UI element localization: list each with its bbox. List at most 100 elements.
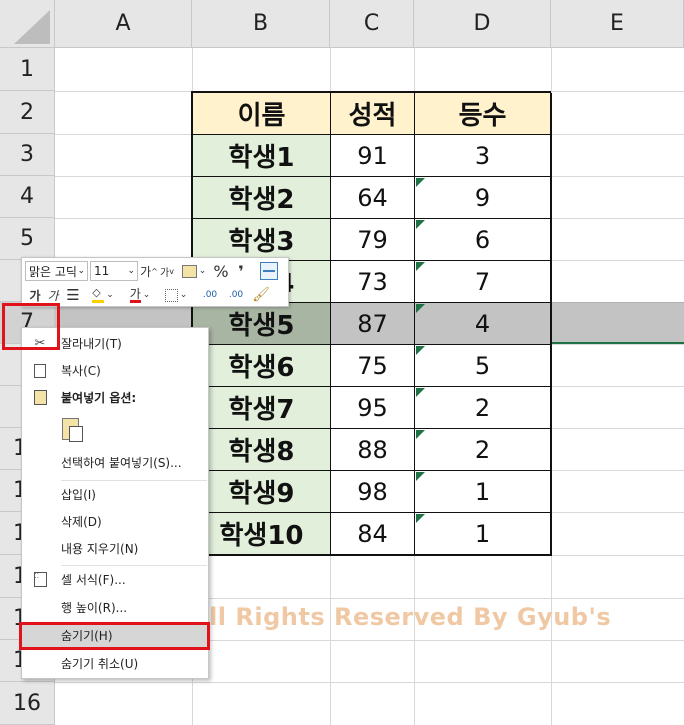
borders-icon[interactable]: ⌄ xyxy=(162,286,190,304)
highlight-box-hide xyxy=(19,622,210,650)
score-cell[interactable]: 88 xyxy=(331,429,415,471)
accounting-format-icon[interactable]: ⌄ xyxy=(179,262,209,280)
merge-center-icon[interactable] xyxy=(260,262,278,280)
rank-cell[interactable]: 2 xyxy=(415,429,552,471)
column-header-b[interactable]: B xyxy=(192,0,330,48)
row-header-16[interactable]: 16 xyxy=(0,682,55,725)
menu-item-paste-options: 붙여넣기 옵션: xyxy=(22,384,208,411)
student-name-cell[interactable]: 학생10 xyxy=(193,513,331,556)
header-rank[interactable]: 등수 xyxy=(415,93,552,135)
student-name-cell[interactable]: 학생6 xyxy=(193,345,331,387)
rank-cell[interactable]: 4 xyxy=(415,303,552,345)
comma-style-button[interactable]: ❜ xyxy=(232,261,250,281)
error-indicator-icon[interactable] xyxy=(416,304,425,313)
rank-cell[interactable]: 7 xyxy=(415,261,552,303)
row-header-1[interactable]: 1 xyxy=(0,48,55,91)
data-table: 이름 성적 등수 학생1 91 3 학생2 64 9 학생3 79 6 학생4 … xyxy=(191,91,552,556)
select-all-triangle-icon xyxy=(14,10,50,44)
menu-item-unhide[interactable]: 숨기기 취소(U) xyxy=(22,650,208,677)
menu-item-insert[interactable]: 삽입(I) xyxy=(22,481,208,508)
error-indicator-icon[interactable] xyxy=(416,220,425,229)
increase-decimal-button[interactable]: .00 xyxy=(198,286,222,304)
column-header-c[interactable]: C xyxy=(330,0,414,48)
score-cell[interactable]: 64 xyxy=(331,177,415,219)
student-name-cell[interactable]: 학생5 xyxy=(193,303,331,345)
error-indicator-icon[interactable] xyxy=(416,430,425,439)
rank-cell[interactable]: 2 xyxy=(415,387,552,429)
rank-cell[interactable]: 3 xyxy=(415,135,552,177)
menu-item-label: 셀 서식(F)... xyxy=(61,573,126,587)
font-color-icon[interactable]: 가 ⌄ xyxy=(126,286,154,304)
column-header-d[interactable]: D xyxy=(414,0,551,48)
score-cell[interactable]: 87 xyxy=(331,303,415,345)
menu-item-label: 복사(C) xyxy=(61,364,101,378)
clipboard-icon xyxy=(31,389,49,407)
column-header-e[interactable]: E xyxy=(551,0,684,48)
rank-cell[interactable]: 5 xyxy=(415,345,552,387)
mini-toolbar: 맑은 고딕 ⌄ 11 ⌄ 가 ^ 가v ⌄ % ❜ 가 가 ☰ ◇ ⌄ 가 ⌄ ⌄ .… xyxy=(21,257,289,307)
menu-item-copy[interactable]: 복사(C) xyxy=(22,357,208,384)
error-indicator-icon[interactable] xyxy=(416,472,425,481)
menu-item-label: 삭제(D) xyxy=(61,515,102,529)
rank-cell[interactable]: 1 xyxy=(415,513,552,556)
student-name-cell[interactable]: 학생9 xyxy=(193,471,331,513)
format-painter-icon[interactable]: 🖌 xyxy=(252,286,270,304)
score-cell[interactable]: 73 xyxy=(331,261,415,303)
header-name[interactable]: 이름 xyxy=(193,93,331,135)
score-cell[interactable]: 98 xyxy=(331,471,415,513)
row-header-2[interactable]: 2 xyxy=(0,91,55,134)
menu-item-label: 선택하여 붙여넣기(S)... xyxy=(61,456,182,470)
header-score[interactable]: 성적 xyxy=(331,93,415,135)
score-cell[interactable]: 95 xyxy=(331,387,415,429)
font-size-select[interactable]: 11 ⌄ xyxy=(90,261,138,281)
bold-button[interactable]: 가 xyxy=(28,286,42,304)
menu-item-delete[interactable]: 삭제(D) xyxy=(22,508,208,535)
menu-item-clear-contents[interactable]: 내용 지우기(N) xyxy=(22,535,208,562)
percent-style-button[interactable]: % xyxy=(212,261,230,281)
rank-cell[interactable]: 9 xyxy=(415,177,552,219)
student-name-cell[interactable]: 학생2 xyxy=(193,177,331,219)
rank-cell[interactable]: 6 xyxy=(415,219,552,261)
menu-item-label: 잘라내기(T) xyxy=(61,337,122,351)
copy-icon xyxy=(31,362,49,380)
menu-item-label: 행 높이(R)... xyxy=(61,601,128,615)
align-center-icon[interactable]: ☰ xyxy=(64,286,82,304)
column-header-a[interactable]: A xyxy=(55,0,192,48)
font-size-value: 11 xyxy=(94,264,110,278)
row-header-5[interactable]: 5 xyxy=(0,218,55,260)
menu-item-format-cells[interactable]: ⁚⁚ 셀 서식(F)... xyxy=(22,566,208,593)
shrink-font-button[interactable]: 가v xyxy=(159,261,175,281)
decrease-decimal-button[interactable]: .00 xyxy=(224,286,248,304)
student-name-cell[interactable]: 학생8 xyxy=(193,429,331,471)
highlight-box-row-header xyxy=(2,303,60,350)
gridline xyxy=(55,682,684,683)
italic-button[interactable]: 가 xyxy=(46,286,60,304)
format-cells-icon: ⁚⁚ xyxy=(31,571,49,589)
error-indicator-icon[interactable] xyxy=(416,514,425,523)
error-indicator-icon[interactable] xyxy=(416,178,425,187)
score-cell[interactable]: 91 xyxy=(331,135,415,177)
paste-button-clipboard-icon[interactable] xyxy=(60,416,86,444)
score-cell[interactable]: 79 xyxy=(331,219,415,261)
score-cell[interactable]: 75 xyxy=(331,345,415,387)
menu-item-label: 삽입(I) xyxy=(61,488,96,502)
chevron-down-icon: ⌄ xyxy=(77,266,85,276)
row-header-3[interactable]: 3 xyxy=(0,134,55,176)
fill-color-icon[interactable]: ◇ ⌄ xyxy=(88,286,118,304)
rank-cell[interactable]: 1 xyxy=(415,471,552,513)
menu-item-paste-special[interactable]: 선택하여 붙여넣기(S)... xyxy=(22,449,208,476)
score-cell[interactable]: 84 xyxy=(331,513,415,556)
menu-item-label: 내용 지우기(N) xyxy=(61,542,139,556)
chevron-down-icon: ⌄ xyxy=(127,266,135,276)
student-name-cell[interactable]: 학생7 xyxy=(193,387,331,429)
student-name-cell[interactable]: 학생3 xyxy=(193,219,331,261)
font-name-value: 맑은 고딕 xyxy=(29,264,77,279)
error-indicator-icon[interactable] xyxy=(416,346,425,355)
grow-font-button[interactable]: 가 ^ xyxy=(140,261,158,281)
student-name-cell[interactable]: 학생1 xyxy=(193,135,331,177)
row-header-4[interactable]: 4 xyxy=(0,176,55,218)
menu-item-row-height[interactable]: 행 높이(R)... xyxy=(22,594,208,621)
error-indicator-icon[interactable] xyxy=(416,262,425,271)
font-name-select[interactable]: 맑은 고딕 ⌄ xyxy=(25,261,88,281)
error-indicator-icon[interactable] xyxy=(416,388,425,397)
